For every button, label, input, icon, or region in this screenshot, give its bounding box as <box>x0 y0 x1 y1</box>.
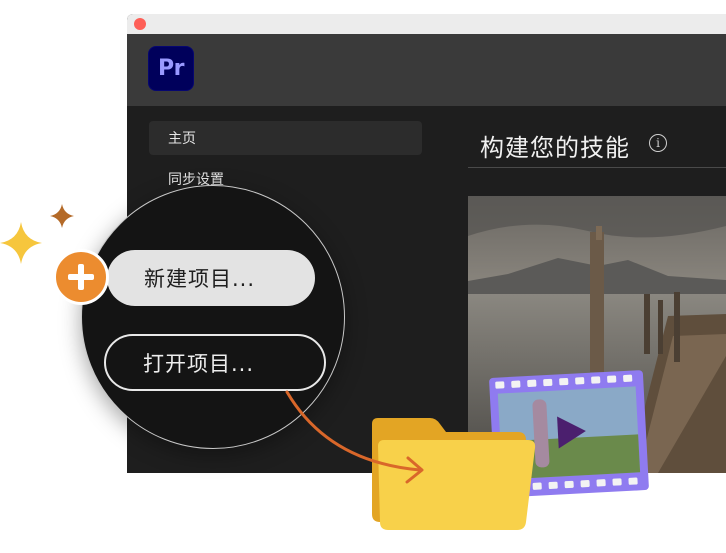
arrow-icon <box>285 390 424 484</box>
